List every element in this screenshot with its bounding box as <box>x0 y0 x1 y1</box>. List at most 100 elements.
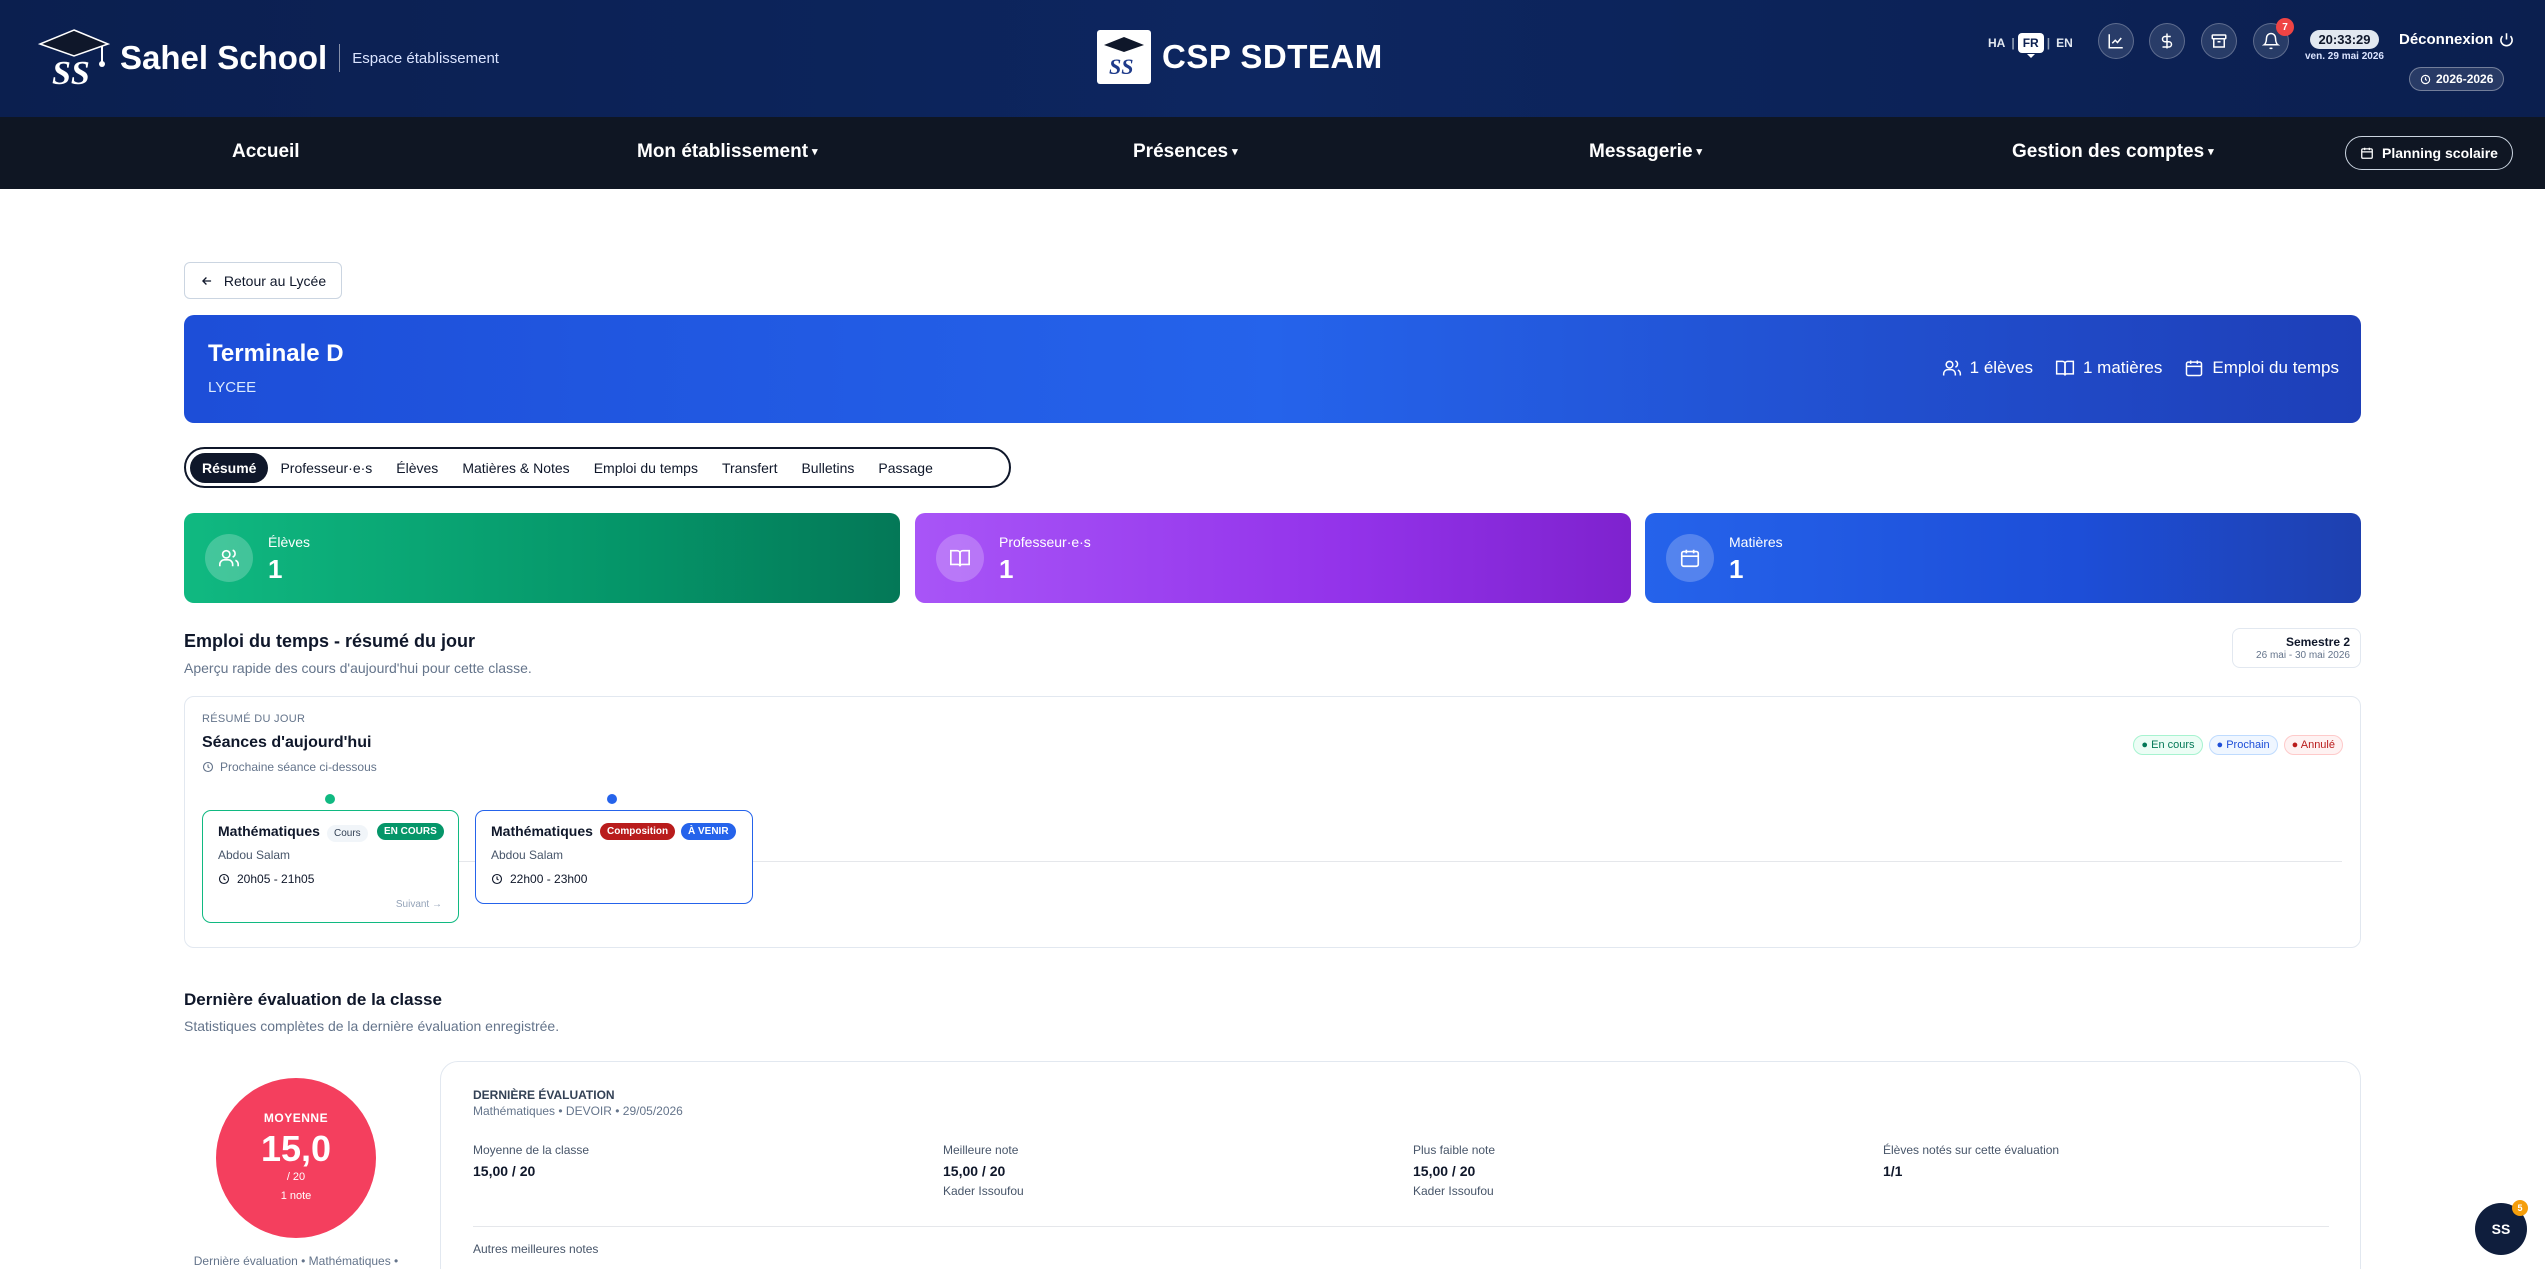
stat-value: 1 <box>1729 554 1744 584</box>
lang-en[interactable]: EN <box>2053 36 2076 50</box>
clock-icon <box>2420 74 2431 84</box>
chevron-down-icon: ▾ <box>1696 146 1703 158</box>
nav-messagerie[interactable]: Messagerie ▾ <box>1589 141 1702 163</box>
session-time: 20h05 - 21h05 <box>218 872 314 886</box>
eval-stat-best: Meilleure note 15,00 / 20 Kader Issoufou <box>943 1143 1024 1198</box>
other-best-notes-label: Autres meilleures notes <box>473 1242 599 1256</box>
stat-card-matieres[interactable]: Matières 1 <box>1645 513 2361 603</box>
school-year: 2026-2026 <box>2436 72 2494 86</box>
tab-bulletins[interactable]: Bulletins <box>789 453 866 483</box>
back-to-lycee-button[interactable]: Retour au Lycée <box>184 262 342 299</box>
lang-fr[interactable]: FR <box>2017 33 2044 58</box>
brand[interactable]: SS Sahel School Espace établissement <box>37 28 499 92</box>
status-legend: ● En cours ● Prochain ● Annulé <box>2133 735 2343 755</box>
class-schedule-link[interactable]: Emploi du temps <box>2184 358 2339 378</box>
class-banner: Terminale D LYCEE 1 élèves 1 matières Em… <box>184 315 2361 423</box>
calendar-icon <box>2186 360 2203 377</box>
session-next-link[interactable]: Suivant → <box>396 899 442 910</box>
center-brand: SS CSP SDTEAM <box>1097 30 1383 84</box>
planning-scolaire-button[interactable]: Planning scolaire <box>2345 136 2513 170</box>
logout-button[interactable]: Déconnexion <box>2399 31 2514 48</box>
notes-count: 1 note <box>280 1190 312 1202</box>
session-type-chip: Composition <box>600 823 676 840</box>
session-card-upcoming[interactable]: Mathématiques Composition À VENIR Abdou … <box>475 810 753 904</box>
back-label: Retour au Lycée <box>223 272 327 289</box>
stat-label: Professeur·e·s <box>999 534 1091 550</box>
svg-text:SS: SS <box>1109 54 1133 79</box>
evaluation-kicker: DERNIÈRE ÉVALUATION <box>473 1088 615 1102</box>
nav-accueil[interactable]: Accueil <box>232 141 300 163</box>
average-caption: Dernière évaluation • Mathématiques • <box>193 1254 399 1268</box>
stat-value: 1 <box>268 554 283 584</box>
nav-presences[interactable]: Présences ▾ <box>1133 141 1238 163</box>
users-icon <box>205 534 253 582</box>
session-card-current[interactable]: Mathématiques Cours EN COURS Abdou Salam… <box>202 810 459 923</box>
legend-annule: ● Annulé <box>2283 735 2343 755</box>
evaluation-card: DERNIÈRE ÉVALUATION Mathématiques • DEVO… <box>440 1061 2361 1269</box>
evaluation-section-title: Dernière évaluation de la classe <box>184 990 442 1009</box>
clock-date: ven. 29 mai 2026 <box>2305 51 2384 62</box>
tab-transfert[interactable]: Transfert <box>710 453 790 483</box>
tab-resume[interactable]: Résumé <box>190 452 269 483</box>
tab-matieres-notes[interactable]: Matières & Notes <box>450 453 581 483</box>
archive-icon <box>2211 34 2227 48</box>
stat-card-professeurs[interactable]: Professeur·e·s 1 <box>915 513 1631 603</box>
users-icon <box>1942 360 1961 376</box>
stats-button[interactable] <box>2098 23 2134 59</box>
clock-time: 20:33:29 <box>2310 30 2379 49</box>
book-icon <box>2055 360 2075 376</box>
session-teacher: Abdou Salam <box>218 848 291 862</box>
nav-gestion-comptes[interactable]: Gestion des comptes ▾ <box>2012 141 2214 163</box>
tab-passage[interactable]: Passage <box>866 453 944 483</box>
school-logo: SS <box>37 28 111 92</box>
lang-separator: | <box>2046 36 2051 50</box>
semester-label: Semestre 2 <box>2285 635 2350 649</box>
calendar-icon <box>2361 147 2373 159</box>
logout-label: Déconnexion <box>2399 31 2494 48</box>
archive-button[interactable] <box>2201 23 2237 59</box>
dollar-icon <box>2161 33 2173 49</box>
notifications-button[interactable]: 7 <box>2253 18 2294 59</box>
day-summary-card: RÉSUMÉ DU JOUR Séances d'aujourd'hui Pro… <box>184 696 2361 948</box>
session-status-chip: EN COURS <box>377 823 444 840</box>
tab-eleves[interactable]: Élèves <box>384 453 450 483</box>
day-kicker: RÉSUMÉ DU JOUR <box>202 713 306 725</box>
brand-divider <box>339 44 341 72</box>
session-subject: Mathématiques <box>218 823 320 839</box>
language-switcher: HA | FR | EN <box>1985 33 2076 58</box>
class-level: LYCEE <box>208 379 257 396</box>
lang-ha[interactable]: HA <box>1985 36 2008 50</box>
school-year-pill[interactable]: 2026-2026 <box>2409 67 2505 91</box>
average-circle: MOYENNE 15,0 / 20 1 note <box>216 1078 376 1238</box>
session-status-chip: À VENIR <box>681 823 736 840</box>
stat-card-eleves[interactable]: Élèves 1 <box>184 513 900 603</box>
session-type-chip: Cours <box>327 825 368 842</box>
tab-professeurs[interactable]: Professeur·e·s <box>268 453 384 483</box>
finance-button[interactable] <box>2149 23 2185 59</box>
planning-label: Planning scolaire <box>2382 145 2498 161</box>
nav-mon-etablissement[interactable]: Mon établissement ▾ <box>637 141 818 163</box>
semester-dates: 26 mai - 30 mai 2026 <box>2256 650 2350 661</box>
day-title: Séances d'aujourd'hui <box>202 734 372 751</box>
divider <box>473 1226 2329 1227</box>
lang-separator: | <box>2011 36 2015 50</box>
calendar-icon <box>1666 534 1714 582</box>
schedule-section-subtitle: Aperçu rapide des cours d'aujourd'hui po… <box>184 660 532 676</box>
brand-name: Sahel School <box>120 39 328 76</box>
chevron-down-icon: ▾ <box>2208 146 2214 158</box>
semester-badge: Semestre 2 26 mai - 30 mai 2026 <box>2232 628 2361 668</box>
schedule-section-title: Emploi du temps - résumé du jour <box>184 631 476 651</box>
eval-stat-average: Moyenne de la classe 15,00 / 20 <box>473 1143 590 1179</box>
eval-stat-graded: Élèves notés sur cette évaluation 1/1 <box>1883 1143 2060 1179</box>
tab-emploi-du-temps[interactable]: Emploi du temps <box>582 453 710 483</box>
clock-icon <box>218 873 230 885</box>
timeline-dot <box>607 794 617 804</box>
class-subjects-count: 1 matières <box>2055 358 2162 378</box>
evaluation-section-subtitle: Statistiques complètes de la dernière év… <box>184 1018 560 1034</box>
brand-subtitle: Espace établissement <box>352 49 499 67</box>
assistant-fab[interactable]: SS 5 <box>2475 1200 2528 1255</box>
arrow-left-icon <box>201 276 211 285</box>
class-meta: 1 élèves 1 matières Emploi du temps <box>1942 358 2339 378</box>
evaluation-meta: Mathématiques • DEVOIR • 29/05/2026 <box>473 1104 683 1118</box>
session-subject: Mathématiques <box>491 823 593 839</box>
